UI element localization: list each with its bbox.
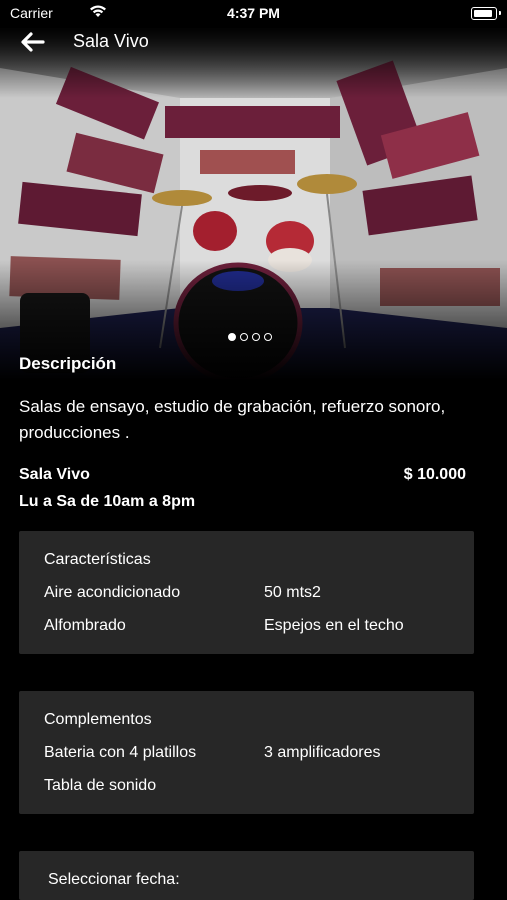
room-name: Sala Vivo (19, 466, 90, 483)
carousel-dot[interactable] (252, 333, 260, 341)
feature-item: 50 mts2 (264, 584, 321, 601)
room-hours: Lu a Sa de 10am a 8pm (19, 493, 196, 510)
carousel-dot[interactable] (240, 333, 248, 341)
description-text: Salas de ensayo, estudio de grabación, r… (19, 397, 446, 442)
battery-icon (471, 7, 497, 20)
carousel-dot[interactable] (264, 333, 272, 341)
room-price: $ 10.000 (403, 466, 466, 483)
features-card: Características Aire acondicionado 50 mt… (19, 531, 474, 654)
feature-item: Aire acondicionado (44, 584, 181, 601)
feature-item: Alfombrado (44, 617, 126, 634)
status-bar: Carrier 4:37 PM (0, 0, 507, 28)
complements-card: Complementos Bateria con 4 platillos 3 a… (19, 691, 474, 814)
complements-title: Complementos (44, 711, 152, 728)
description-heading: Descripción (19, 354, 117, 373)
carousel-pagination[interactable] (228, 333, 272, 341)
date-select-label[interactable]: Seleccionar fecha: (48, 871, 180, 889)
clock: 4:37 PM (227, 5, 280, 21)
back-button[interactable] (18, 28, 48, 58)
complement-item: Bateria con 4 platillos (44, 744, 197, 761)
complement-item: 3 amplificadores (264, 744, 381, 761)
feature-item: Espejos en el techo (264, 617, 404, 634)
complement-item: Tabla de sonido (44, 777, 157, 794)
page-title: Sala Vivo (73, 31, 149, 51)
date-select-card[interactable]: Seleccionar fecha: (19, 851, 474, 900)
carousel-dot[interactable] (228, 333, 236, 341)
arrow-left-icon (21, 32, 45, 52)
features-title: Características (44, 551, 151, 568)
hero-carousel[interactable] (0, 28, 507, 380)
